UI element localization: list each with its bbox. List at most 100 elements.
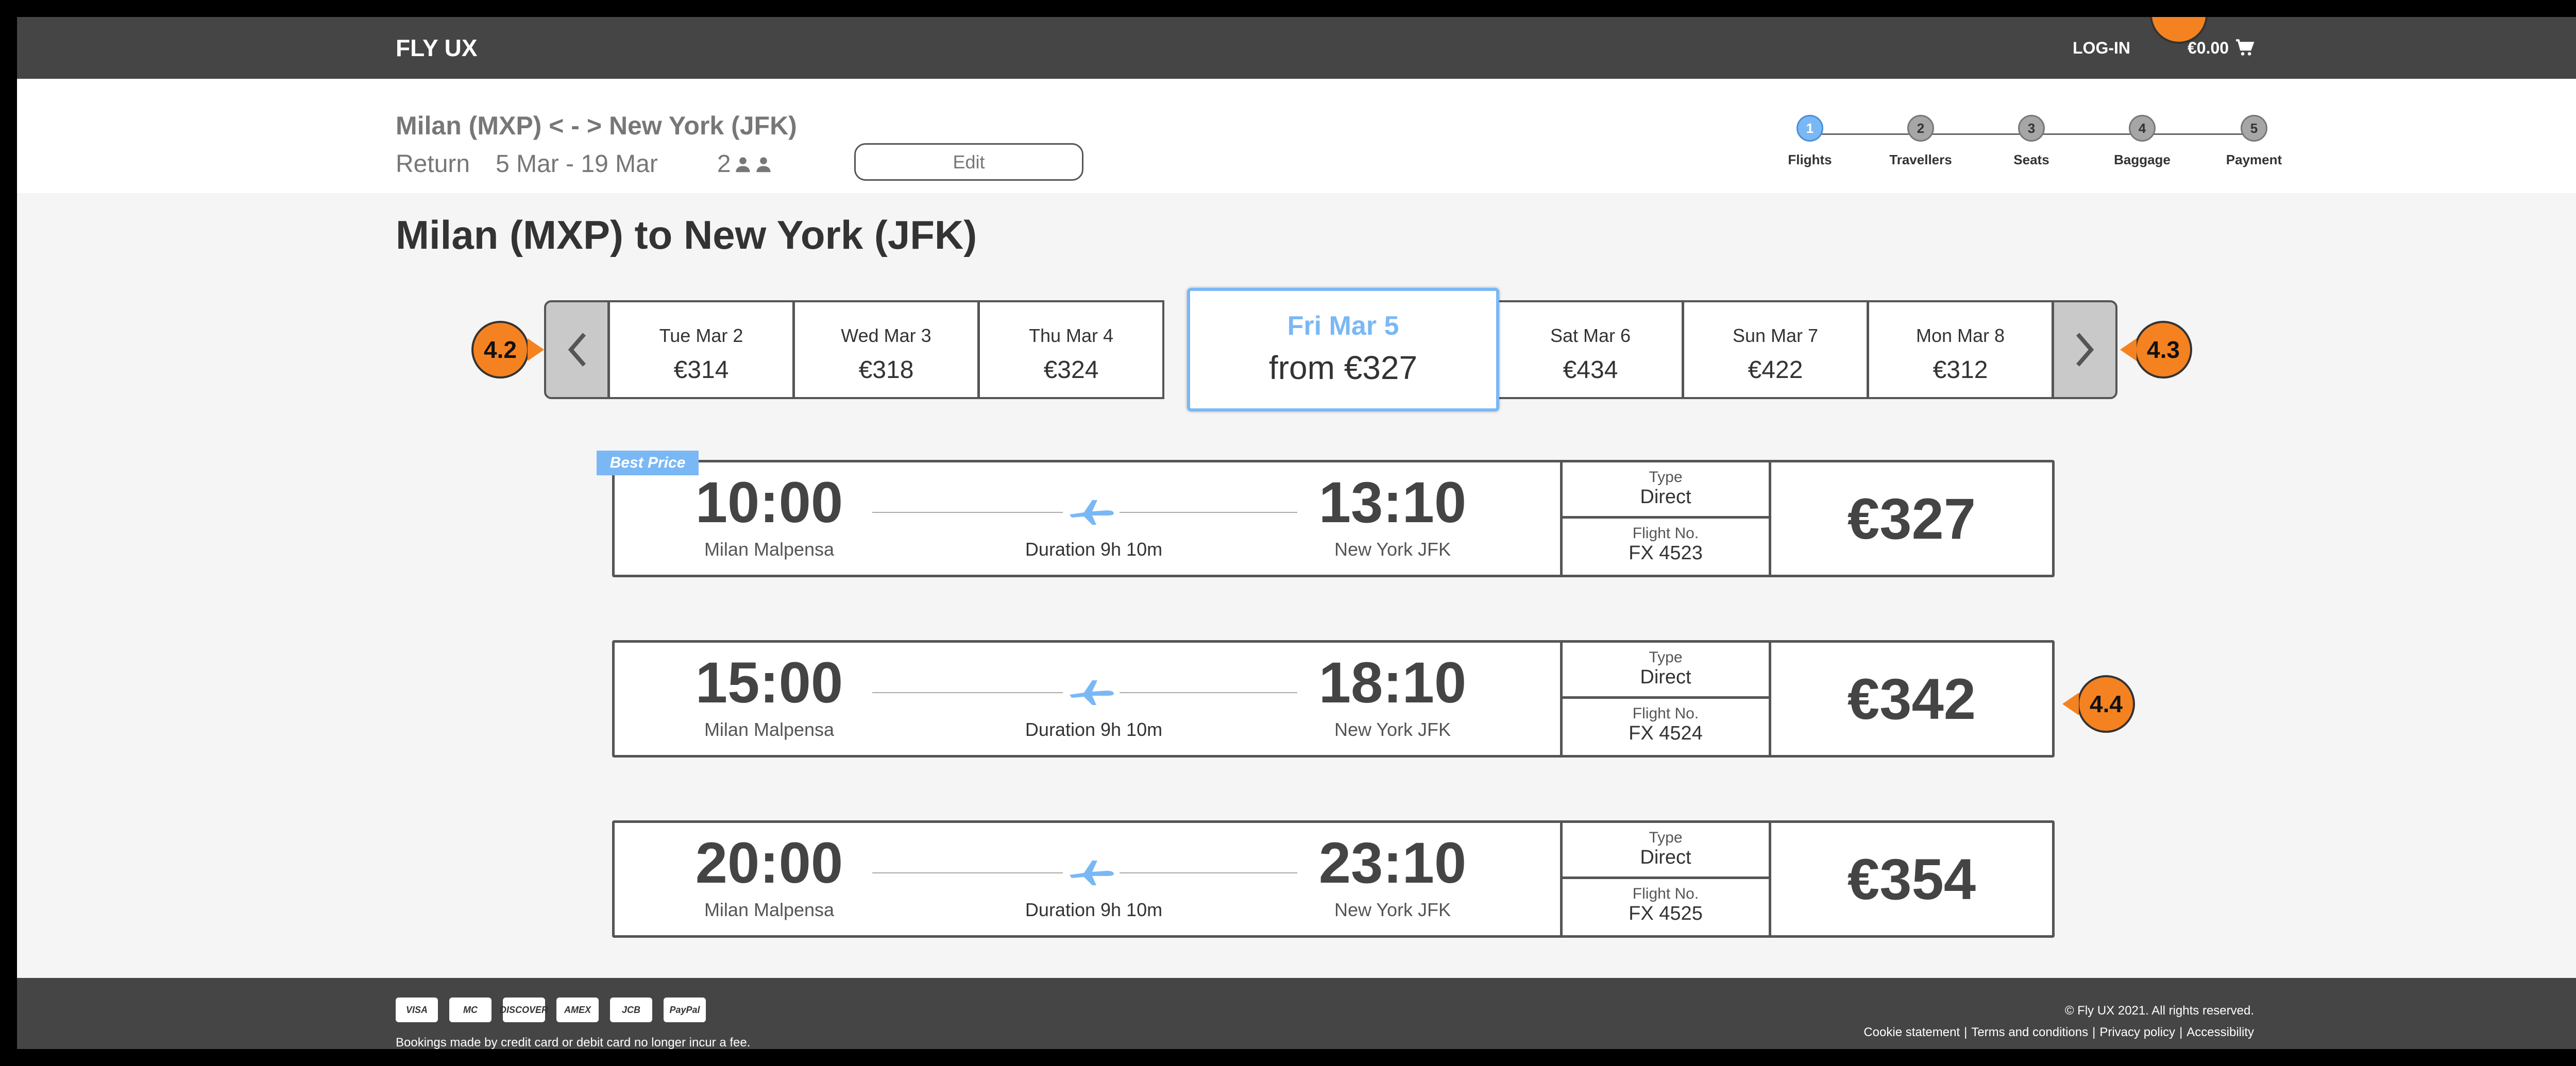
footer: VISA MC DISCOVER AMEX JCB PayPal Booking… <box>17 978 2576 1049</box>
date-label: Fri Mar 5 <box>1287 311 1399 341</box>
route-line <box>1120 512 1297 513</box>
flight-number-label: Flight No. <box>1632 705 1699 722</box>
step-seats[interactable]: 3 Seats <box>1990 115 2073 168</box>
date-price: €318 <box>858 356 914 384</box>
date-option-sat-mar-6[interactable]: Sat Mar 6 €434 <box>1497 300 1684 399</box>
step-travellers[interactable]: 2 Travellers <box>1879 115 1962 168</box>
brand-logo[interactable]: FLY UX <box>396 17 478 79</box>
type-label: Type <box>1649 469 1683 486</box>
date-option-tue-mar-2[interactable]: Tue Mar 2 €314 <box>608 300 794 399</box>
terms-link[interactable]: Terms and conditions <box>1971 1025 2088 1040</box>
flight-duration: Duration 9h 10m <box>1025 899 1163 920</box>
cart-icon <box>2235 39 2256 57</box>
privacy-policy-link[interactable]: Privacy policy <box>2099 1025 2175 1040</box>
step-label: Seats <box>2013 152 2049 167</box>
step-label: Payment <box>2226 152 2282 167</box>
flight-meta: Type Direct Flight No. FX 4524 <box>1560 643 1771 755</box>
flight-option-2[interactable]: 15:00 Milan Malpensa Duration 9h 10m 18:… <box>612 640 2055 758</box>
link-separator: | <box>1964 1025 1968 1039</box>
cookie-statement-link[interactable]: Cookie statement <box>1863 1025 1960 1040</box>
link-separator: | <box>2179 1025 2183 1039</box>
date-price: €324 <box>1043 356 1099 384</box>
visa-card-icon: VISA <box>396 998 438 1022</box>
step-baggage[interactable]: 4 Baggage <box>2101 115 2183 168</box>
type-value: Direct <box>1640 847 1691 868</box>
type-value: Direct <box>1640 486 1691 508</box>
date-option-sun-mar-7[interactable]: Sun Mar 7 €422 <box>1682 300 1869 399</box>
login-link[interactable]: LOG-IN <box>2073 17 2130 79</box>
date-option-mon-mar-8[interactable]: Mon Mar 8 €312 <box>1867 300 2054 399</box>
page-title: Milan (MXP) to New York (JFK) <box>396 212 977 257</box>
arrival-airport: New York JFK <box>1334 719 1451 740</box>
flight-option-3[interactable]: 20:00 Milan Malpensa Duration 9h 10m 23:… <box>612 820 2055 938</box>
cart-total: €0.00 <box>2188 38 2229 57</box>
date-option-wed-mar-3[interactable]: Wed Mar 3 €318 <box>793 300 979 399</box>
amex-card-icon: AMEX <box>556 998 599 1022</box>
route-line <box>1120 872 1297 873</box>
callout-flight: 4.4 <box>2077 675 2135 733</box>
plane-icon <box>1063 855 1120 891</box>
date-label: Thu Mar 4 <box>1028 325 1114 346</box>
date-price: €422 <box>1748 356 1803 384</box>
flight-type: Type Direct <box>1563 823 1769 879</box>
plane-icon <box>1063 675 1120 711</box>
callout-pointer <box>528 338 544 361</box>
previous-dates-button[interactable] <box>544 300 609 399</box>
accessibility-link[interactable]: Accessibility <box>2187 1025 2254 1040</box>
flight-meta: Type Direct Flight No. FX 4525 <box>1560 823 1771 935</box>
flight-number-label: Flight No. <box>1632 885 1699 902</box>
chevron-left-icon <box>566 331 588 368</box>
footer-links: Cookie statement | Terms and conditions … <box>1863 1025 2254 1040</box>
next-dates-button[interactable] <box>2052 300 2117 399</box>
passenger-count: 2 <box>717 150 772 178</box>
flight-number: Flight No. FX 4523 <box>1563 519 1769 575</box>
person-icon <box>734 156 752 173</box>
arrival-airport: New York JFK <box>1334 539 1451 560</box>
app-frame: FLY UX LOG-IN €0.00 Milan (MXP) < - > Ne… <box>17 17 2576 1049</box>
route-line <box>872 692 1063 693</box>
flight-type: Type Direct <box>1563 462 1769 519</box>
flight-number: Flight No. FX 4524 <box>1563 699 1769 755</box>
payment-cards: VISA MC DISCOVER AMEX JCB PayPal <box>396 998 706 1022</box>
flight-duration: Duration 9h 10m <box>1025 719 1163 740</box>
step-label: Baggage <box>2114 152 2171 167</box>
flight-number-value: FX 4525 <box>1629 903 1703 924</box>
flight-price: €327 <box>1847 486 1976 551</box>
arrival-time: 23:10 <box>1318 831 1467 895</box>
copyright: © Fly UX 2021. All rights reserved. <box>2064 1004 2254 1018</box>
callout-pointer <box>2062 693 2079 715</box>
flight-price: €342 <box>1847 666 1976 731</box>
step-flights[interactable]: 1 Flights <box>1769 115 1851 168</box>
type-label: Type <box>1649 829 1683 846</box>
trip-dates: 5 Mar - 19 Mar <box>496 150 658 178</box>
flight-duration: Duration 9h 10m <box>1025 539 1163 560</box>
date-option-fri-mar-5-selected[interactable]: Fri Mar 5 from €327 <box>1187 288 1499 411</box>
flight-number: Flight No. FX 4525 <box>1563 879 1769 935</box>
date-price: €314 <box>673 356 729 384</box>
step-number: 1 <box>1797 115 1823 142</box>
departure-time: 20:00 <box>695 831 843 895</box>
flight-option-1[interactable]: 10:00 Milan Malpensa Duration 9h 10m 13:… <box>612 460 2055 577</box>
mastercard-icon: MC <box>449 998 492 1022</box>
date-selector: Tue Mar 2 €314 Wed Mar 3 €318 Thu Mar 4 … <box>544 288 2117 411</box>
step-label: Flights <box>1788 152 1832 167</box>
departure-airport: Milan Malpensa <box>704 899 835 920</box>
date-option-thu-mar-4[interactable]: Thu Mar 4 €324 <box>978 300 1164 399</box>
flight-number-value: FX 4524 <box>1629 723 1703 744</box>
person-icon <box>755 156 772 173</box>
step-number: 3 <box>2018 115 2045 142</box>
callout-previous: 4.2 <box>471 321 529 379</box>
date-label: Wed Mar 3 <box>841 325 931 346</box>
booking-progress-steps: 1 Flights 2 Travellers 3 Seats 4 Baggage… <box>1769 115 2325 177</box>
flight-number-label: Flight No. <box>1632 525 1699 542</box>
edit-search-button[interactable]: Edit <box>854 143 1083 181</box>
date-price: €312 <box>1933 356 1988 384</box>
step-number: 5 <box>2241 115 2267 142</box>
step-payment[interactable]: 5 Payment <box>2213 115 2295 168</box>
chevron-right-icon <box>2074 331 2096 368</box>
route-line <box>872 512 1063 513</box>
arrival-time: 13:10 <box>1318 470 1467 535</box>
route-line <box>1120 692 1297 693</box>
arrival-time: 18:10 <box>1318 650 1467 715</box>
departure-time: 15:00 <box>695 650 843 715</box>
